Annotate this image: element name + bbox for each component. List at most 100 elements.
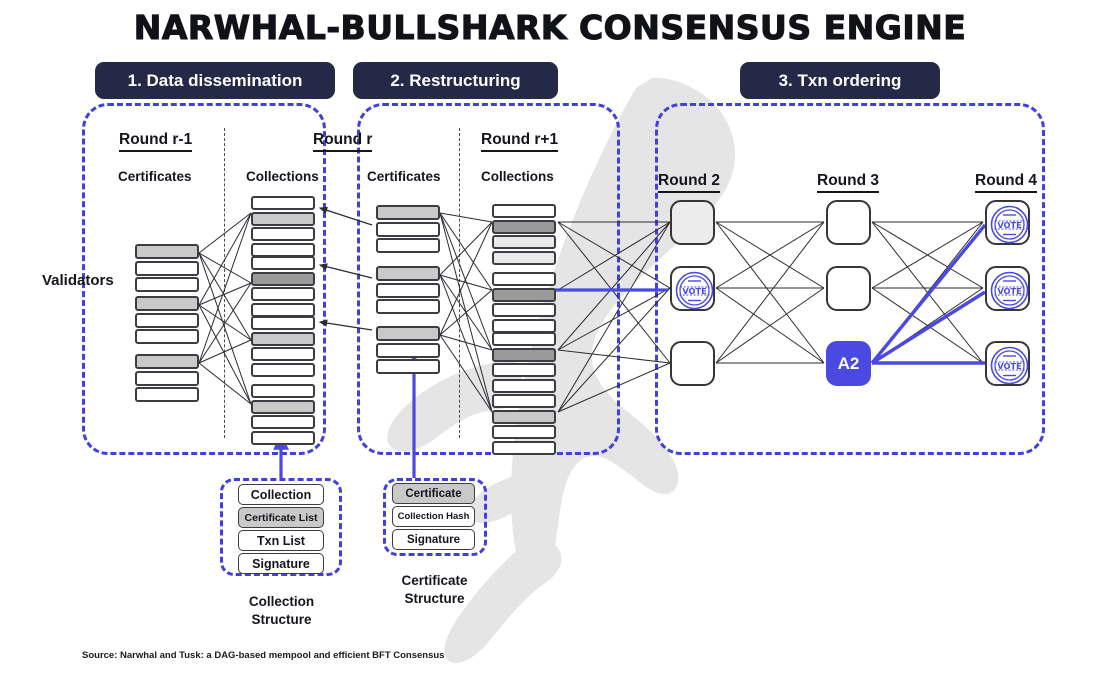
stack-row (492, 235, 556, 249)
stack-row (376, 282, 440, 298)
source-citation: Source: Narwhal and Tusk: a DAG-based me… (82, 650, 445, 661)
stack-row (135, 329, 199, 344)
collection-stack (492, 332, 556, 394)
stack-row (251, 302, 315, 317)
stack-row (135, 260, 199, 276)
dag-node-round3-2[interactable] (826, 266, 871, 311)
divider-panel-2 (459, 128, 460, 438)
certificate-stack (376, 266, 440, 316)
stack-row (492, 204, 556, 218)
certificate-structure-box: Certificate Collection Hash Signature (392, 483, 475, 552)
structure-row: Signature (392, 529, 475, 550)
page-title: NARWHAL-BULLSHARK CONSENSUS ENGINE (133, 7, 967, 47)
round-label-r-minus-1: Round r-1 (119, 131, 193, 152)
svg-text:VOTE: VOTE (682, 286, 706, 296)
stack-row (492, 318, 556, 333)
phase-badge-data-dissemination[interactable]: 1. Data dissemination (95, 62, 335, 99)
stack-row (376, 221, 440, 237)
dag-node-round4-1-vote[interactable]: VOTE (985, 200, 1030, 245)
svg-text:VOTE: VOTE (997, 220, 1021, 230)
column-label-certificates-1: Certificates (118, 169, 192, 184)
stack-row (492, 378, 556, 393)
stack-row (135, 277, 199, 292)
collection-stack (251, 384, 315, 446)
stack-row (251, 362, 315, 377)
stack-row (492, 363, 556, 377)
certificate-stack (135, 244, 199, 294)
round-label-r: Round r (313, 131, 373, 152)
vote-stamp-icon: VOTE (990, 271, 1029, 310)
stack-row (492, 425, 556, 439)
stack-row (251, 430, 315, 445)
stack-row (251, 196, 315, 210)
stack-row (376, 238, 440, 253)
stack-row (376, 342, 440, 358)
diagram-canvas: NARWHAL-BULLSHARK CONSENSUS ENGINE 1. Da… (0, 0, 1100, 689)
certificate-structure-caption-line2: Structure (404, 591, 465, 606)
stack-row (492, 219, 556, 234)
svg-text:VOTE: VOTE (997, 361, 1021, 371)
stack-row (376, 205, 440, 220)
stack-row (135, 354, 199, 369)
certificate-stack (135, 354, 199, 404)
stack-row (251, 415, 315, 429)
stack-row (251, 256, 315, 270)
certificate-stack (135, 296, 199, 346)
vote-stamp-icon: VOTE (990, 346, 1029, 385)
dag-node-round2-3[interactable] (670, 341, 715, 386)
stack-row (492, 409, 556, 424)
round-label-r-plus-1: Round r+1 (481, 131, 559, 152)
collection-structure-caption-line1: Collection (248, 594, 315, 609)
stack-row (492, 394, 556, 408)
stack-row (492, 250, 556, 265)
stack-row (492, 347, 556, 362)
stack-row (251, 271, 315, 286)
structure-row: Collection (238, 484, 324, 505)
svg-text:VOTE: VOTE (997, 286, 1021, 296)
stack-row (251, 331, 315, 346)
vote-stamp-icon: VOTE (990, 205, 1029, 244)
collection-stack (251, 256, 315, 318)
round-label-round-4: Round 4 (975, 172, 1037, 193)
stack-row (492, 440, 556, 455)
dag-node-round3-anchor-a2[interactable]: A2 (826, 341, 871, 386)
stack-row (251, 242, 315, 257)
structure-row: Collection Hash (392, 506, 475, 527)
round-label-round-3: Round 3 (817, 172, 879, 193)
stack-row (376, 359, 440, 374)
collection-structure-caption-line2: Structure (251, 612, 312, 627)
structure-row: Certificate List (238, 507, 324, 528)
column-label-collections-2: Collections (481, 169, 554, 184)
stack-row (135, 387, 199, 402)
divider-panel-1 (224, 128, 225, 438)
dag-node-round2-2-vote[interactable]: VOTE (670, 266, 715, 311)
stack-row (376, 326, 440, 341)
structure-row: Txn List (238, 530, 324, 551)
dag-node-round4-3-vote[interactable]: VOTE (985, 341, 1030, 386)
stack-row (492, 272, 556, 286)
stack-row (376, 266, 440, 281)
stack-row (492, 303, 556, 317)
collection-stack (251, 316, 315, 378)
stack-row (376, 299, 440, 314)
collection-stack (492, 272, 556, 334)
certificate-structure-caption-line1: Certificate (401, 573, 468, 588)
column-label-certificates-2: Certificates (367, 169, 441, 184)
stack-row (492, 332, 556, 346)
dag-node-round3-1[interactable] (826, 200, 871, 245)
structure-row: Certificate (392, 483, 475, 504)
stack-row (251, 316, 315, 330)
collection-stack (251, 196, 315, 258)
collection-stack (492, 204, 556, 266)
stack-row (135, 244, 199, 259)
phase-badge-txn-ordering[interactable]: 3. Txn ordering (740, 62, 940, 99)
dag-node-round2-1[interactable] (670, 200, 715, 245)
phase-badge-restructuring[interactable]: 2. Restructuring (353, 62, 558, 99)
stack-row (251, 227, 315, 241)
column-label-collections-1: Collections (246, 169, 319, 184)
dag-node-round4-2-vote[interactable]: VOTE (985, 266, 1030, 311)
collection-stack (492, 394, 556, 456)
vote-stamp-icon: VOTE (675, 271, 714, 310)
stack-row (135, 370, 199, 386)
stack-row (251, 211, 315, 226)
